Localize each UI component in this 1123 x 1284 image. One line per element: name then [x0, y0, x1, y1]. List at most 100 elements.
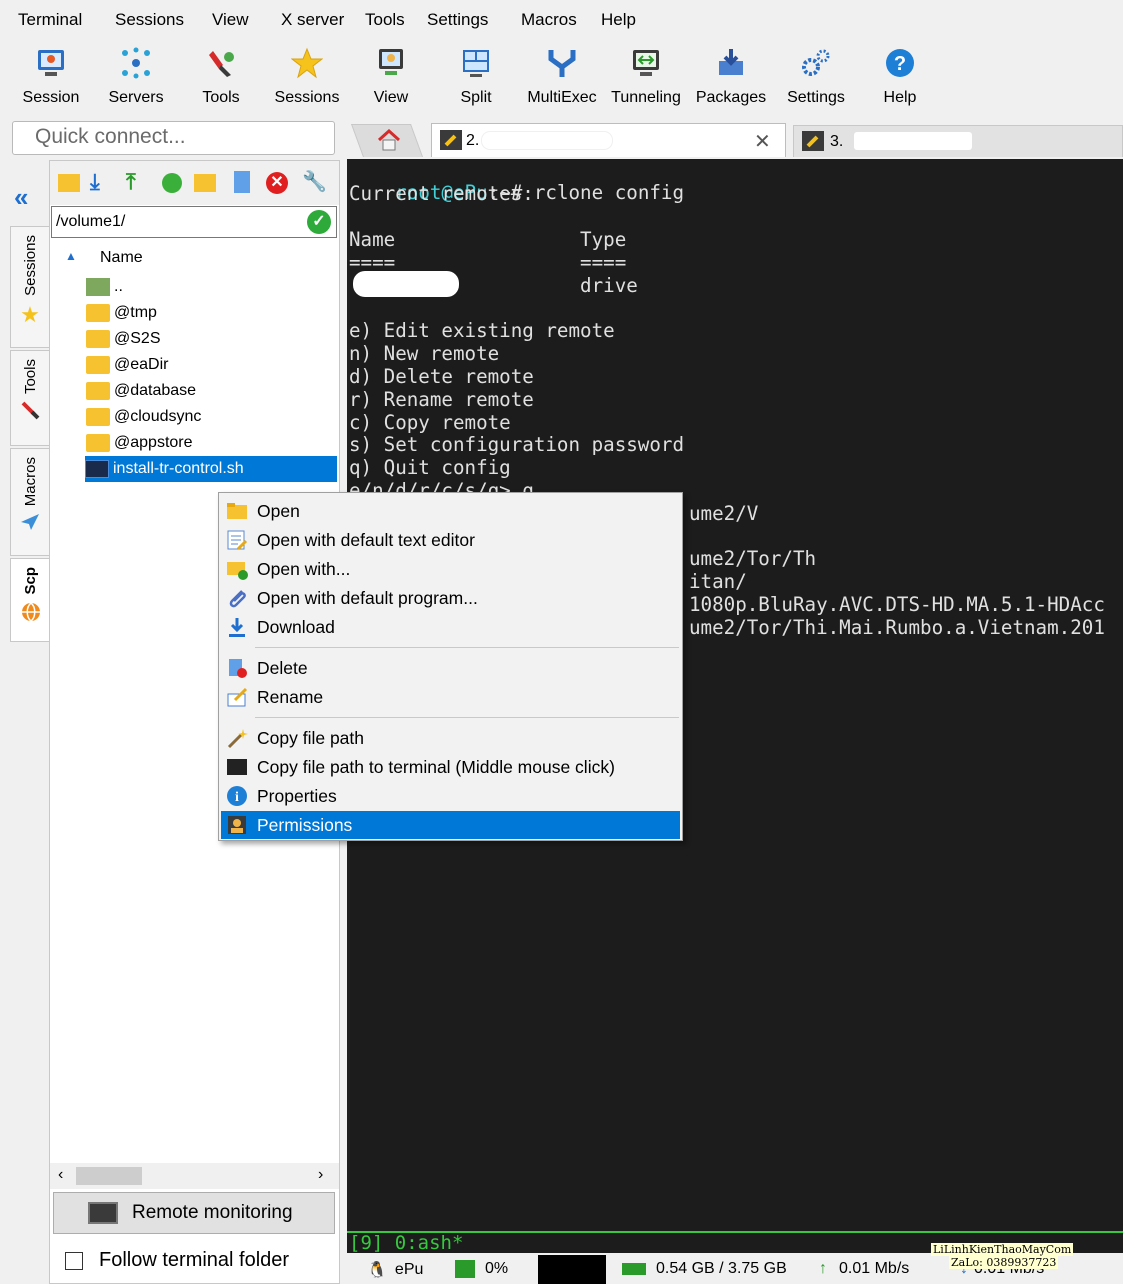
toolbar-view-button[interactable]: View: [365, 40, 417, 118]
delete-icon[interactable]: ✕: [266, 172, 288, 194]
menu-help[interactable]: Help: [601, 10, 636, 30]
view-icon: [373, 45, 409, 81]
toolbar-session-button[interactable]: Session: [20, 40, 82, 118]
folder-icon: [86, 382, 110, 400]
menu-item-label: Copy file path: [257, 727, 365, 748]
refresh-icon[interactable]: [162, 173, 182, 193]
file-name: @cloudsync: [114, 408, 202, 425]
toolbar-help-button[interactable]: ? Help: [880, 40, 920, 118]
wrench-icon[interactable]: 🔧: [302, 169, 327, 194]
upload-arrow-icon: ↑: [819, 1260, 827, 1277]
toolbar-settings-button[interactable]: Settings: [784, 40, 848, 118]
file-list-header[interactable]: ▲ Name: [50, 245, 339, 271]
status-bar: 🐧 ePu 0% 0.54 GB / 3.75 GB ↑ 0.01 Mb/s ↓…: [347, 1243, 1123, 1284]
memory-icon: [622, 1263, 646, 1275]
scroll-left-icon[interactable]: ‹: [58, 1166, 63, 1184]
file-item[interactable]: @cloudsync: [86, 404, 201, 430]
terminal-line: e) Edit existing remote: [349, 319, 615, 342]
parent-folder-icon[interactable]: [58, 174, 80, 192]
terminal-icon: [225, 755, 249, 779]
vtab-sessions[interactable]: Sessions ★: [10, 226, 50, 348]
toolbar-label: Servers: [108, 89, 164, 106]
menu-item-properties[interactable]: i Properties: [221, 782, 680, 810]
follow-terminal-checkbox[interactable]: [65, 1251, 83, 1270]
menu-tools[interactable]: Tools: [365, 10, 405, 30]
menu-sessions[interactable]: Sessions: [115, 10, 184, 30]
toolbar-multiexec-button[interactable]: MultiExec: [525, 40, 599, 118]
toolbar-split-button[interactable]: Split: [452, 40, 500, 118]
paperclip-icon: [225, 586, 249, 610]
star-icon: ★: [20, 301, 40, 327]
vtab-scp[interactable]: Scp: [10, 558, 50, 642]
sftp-toolbar: ⤓ ⤒ ✕ 🔧: [50, 161, 339, 205]
toolbar-label: Settings: [787, 89, 845, 106]
menu-item-permissions[interactable]: Permissions: [221, 811, 680, 839]
tunneling-icon: [628, 45, 664, 81]
menu-item-label: Download: [257, 616, 335, 637]
vtab-label: Scp: [22, 567, 39, 595]
terminal-line: ume2/Tor/Th: [689, 547, 817, 570]
file-name: @database: [114, 382, 197, 399]
close-tab-icon[interactable]: ✕: [754, 129, 771, 154]
menu-item-open-default-program[interactable]: Open with default program...: [221, 584, 680, 612]
menu-item-delete[interactable]: Delete: [221, 654, 680, 682]
folder-icon: [86, 356, 110, 374]
file-item[interactable]: @tmp: [86, 300, 157, 326]
menu-terminal[interactable]: Terminal: [18, 10, 82, 30]
folder-icon: [86, 304, 110, 322]
confirm-path-icon[interactable]: ✓: [307, 210, 331, 234]
file-item-parent[interactable]: ..: [86, 274, 123, 300]
vtab-macros[interactable]: Macros: [10, 448, 50, 556]
vtab-tools[interactable]: Tools: [10, 350, 50, 446]
quick-connect-input[interactable]: Quick connect...: [12, 121, 335, 155]
toolbar-tunneling-button[interactable]: Tunneling: [609, 40, 683, 118]
star-icon: [289, 45, 325, 81]
path-input[interactable]: /volume1/: [51, 206, 337, 238]
menu-item-open[interactable]: Open: [221, 497, 680, 525]
toolbar-servers-button[interactable]: Servers: [105, 40, 167, 118]
redacted-host: [482, 132, 612, 149]
menu-macros[interactable]: Macros: [521, 10, 577, 30]
new-file-icon[interactable]: [234, 171, 250, 193]
scroll-right-icon[interactable]: ›: [318, 1166, 323, 1184]
menu-item-download[interactable]: Download: [221, 613, 680, 641]
menu-item-rename[interactable]: Rename: [221, 683, 680, 711]
upload-icon[interactable]: ⤒: [126, 169, 136, 195]
file-item[interactable]: @S2S: [86, 326, 160, 352]
tab-session-3[interactable]: 3.: [793, 125, 1123, 157]
toolbar-label: Split: [460, 89, 492, 106]
scroll-thumb[interactable]: [76, 1167, 142, 1185]
menu-item-open-with[interactable]: Open with...: [221, 555, 680, 583]
menu-settings[interactable]: Settings: [427, 10, 488, 30]
download-icon[interactable]: ⤓: [90, 169, 100, 195]
menu-item-copy-file-path[interactable]: Copy file path: [221, 724, 680, 752]
tab-session-2[interactable]: 2. ✕: [431, 123, 786, 157]
file-item[interactable]: @eaDir: [86, 352, 168, 378]
monitor-icon: [88, 1202, 118, 1224]
vtab-label: Macros: [21, 457, 39, 507]
menu-item-label: Rename: [257, 686, 324, 707]
svg-text:i: i: [235, 790, 239, 805]
remote-monitoring-button[interactable]: Remote monitoring: [53, 1192, 335, 1234]
file-item-selected[interactable]: install-tr-control.sh: [85, 456, 337, 482]
collapse-sidebar-icon[interactable]: «: [14, 182, 28, 213]
menu-view[interactable]: View: [212, 10, 249, 30]
menu-item-label: Copy file path to terminal (Middle mouse…: [257, 756, 615, 777]
menu-item-open-text-editor[interactable]: Open with default text editor: [221, 526, 680, 554]
horizontal-scrollbar[interactable]: ‹ ›: [50, 1163, 339, 1189]
menu-item-copy-path-to-terminal[interactable]: Copy file path to terminal (Middle mouse…: [221, 753, 680, 781]
new-folder-icon[interactable]: [194, 174, 216, 192]
menu-x-server[interactable]: X server: [281, 10, 344, 30]
toolbar-packages-button[interactable]: Packages: [695, 40, 767, 118]
permissions-icon: [225, 813, 249, 837]
file-item[interactable]: @appstore: [86, 430, 193, 456]
file-name: ..: [114, 278, 123, 295]
follow-terminal-folder[interactable]: Follow terminal folder: [65, 1249, 289, 1272]
path-value: /volume1/: [56, 213, 126, 230]
tools-icon: [20, 400, 40, 425]
file-name: @tmp: [114, 304, 157, 321]
toolbar-tools-button[interactable]: Tools: [195, 40, 247, 118]
tools-icon: [203, 45, 239, 81]
file-item[interactable]: @database: [86, 378, 196, 404]
toolbar-sessions-button[interactable]: Sessions: [273, 40, 341, 118]
